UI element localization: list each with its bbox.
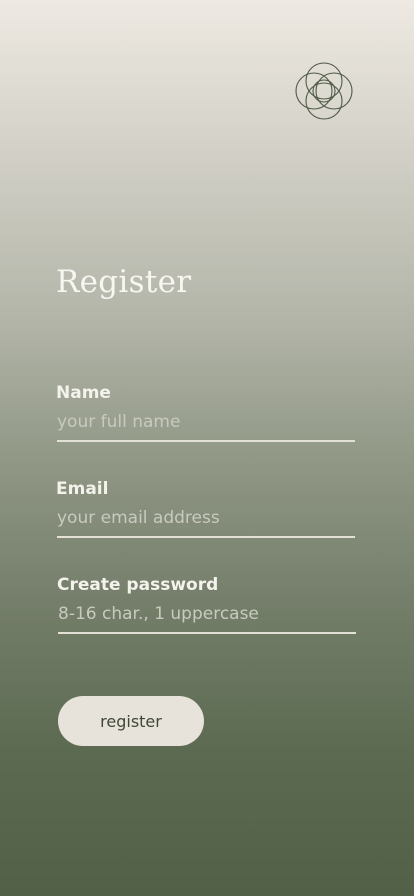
password-input[interactable] [58, 604, 356, 634]
email-input[interactable] [57, 508, 355, 538]
name-label: Name [56, 383, 111, 403]
password-label: Create password [57, 575, 219, 595]
name-field: Name [56, 382, 355, 442]
email-field: Email [56, 478, 355, 538]
logo-icon [292, 59, 356, 123]
flower-of-life-icon [295, 62, 353, 120]
register-button[interactable]: register [58, 696, 204, 746]
page-title: Register [56, 264, 192, 300]
password-field: Create password [57, 574, 356, 634]
email-label: Email [56, 479, 109, 499]
name-input[interactable] [57, 412, 355, 442]
